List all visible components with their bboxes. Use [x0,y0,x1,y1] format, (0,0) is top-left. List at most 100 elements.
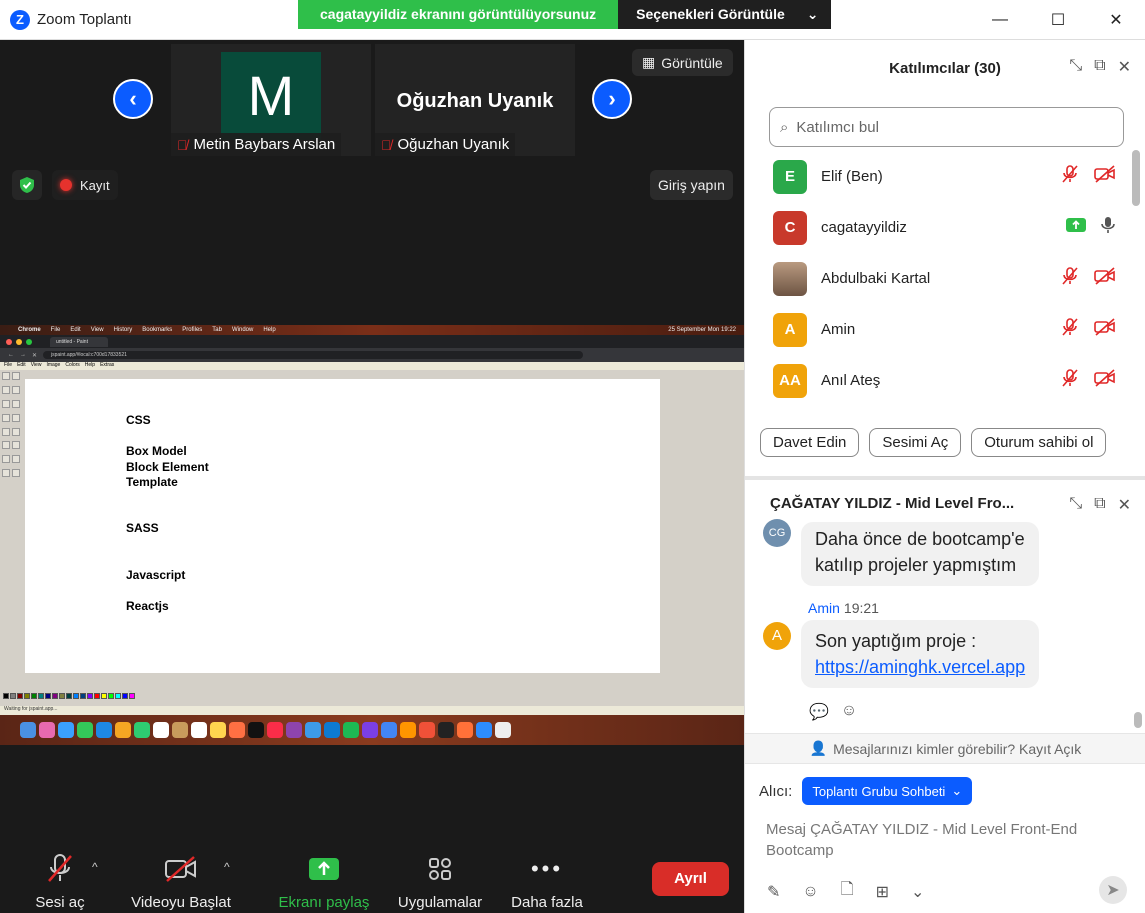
mic-muted-icon[interactable] [1060,368,1080,393]
start-video-button[interactable]: Videoyu Başlat [126,852,236,911]
share-screen-button[interactable]: Ekranı paylaş [274,852,374,911]
send-button[interactable]: ➤ [1099,876,1127,904]
video-off-icon[interactable] [1094,368,1116,393]
emoji-icon[interactable]: ☺ [802,883,818,901]
leave-button[interactable]: Ayrıl [652,862,729,896]
view-button[interactable]: ▦ Görüntüle [632,49,733,76]
chat-scrollbar[interactable] [1134,712,1142,728]
record-dot-icon [60,179,72,191]
close-dot-icon [6,338,12,345]
paint-menu-bar: File Edit View Image Colors Help Extras [0,362,744,370]
participant-row[interactable]: C cagatayyildiz [745,202,1145,253]
message-sender: Amin 19:21 [808,600,879,616]
spotify-icon [343,722,359,738]
mic-muted-icon[interactable] [1060,317,1080,342]
audio-options-caret-icon[interactable]: ^ [92,860,98,874]
screenshot-icon[interactable]: ⊞ [876,882,889,902]
reminders-icon [191,722,207,738]
paint-tool-icon [12,469,20,478]
chat-visibility-notice[interactable]: 👤 Mesajlarınızı kimler görebilir? Kayıt … [745,733,1145,764]
reply-icon[interactable]: 💬 [809,702,829,722]
mic-icon[interactable] [1100,215,1116,240]
photos-icon [115,722,131,738]
sender-name: Amin [808,600,840,616]
emoji-reaction-icon[interactable]: ☺ [841,702,857,722]
visibility-text: Mesajlarınızı kimler görebilir? Kayıt Aç… [833,740,1082,757]
zoom-dot-icon [26,338,32,345]
zoom-app-icon [476,722,492,738]
recipient-value: Toplantı Grubu Sohbeti [812,783,946,799]
color-swatch [108,693,114,699]
apps-button[interactable]: Uygulamalar [390,852,490,911]
recording-indicator[interactable]: Kayıt [52,170,118,200]
close-window-button[interactable]: ✕ [1087,0,1145,40]
pop-out-icon[interactable]: ⧉ [1094,495,1105,515]
vscode-icon [324,722,340,738]
chevron-down-icon[interactable]: ⌄ [911,882,924,902]
video-tile[interactable]: Oğuzhan Uyanık 🎙̸ Oğuzhan Uyanık [375,44,575,156]
login-button[interactable]: Giriş yapın [650,170,733,200]
paint-tool-icon [12,441,20,450]
participant-row[interactable]: AA Anıl Ateş [745,355,1145,406]
message-line: Son yaptığım proje : [815,631,977,651]
menu-item: File [50,327,61,333]
participant-name: cagatayyildiz [821,219,907,236]
tv-icon [248,722,264,738]
mic-muted-icon[interactable] [1060,266,1080,291]
send-icon: ➤ [1106,882,1120,899]
chevron-down-icon: ⌄ [806,6,819,22]
more-button[interactable]: ••• Daha fazla [506,852,588,911]
grid-icon: ▦ [642,54,656,70]
format-text-icon[interactable]: ✎ [767,882,780,902]
participant-row[interactable]: E Elif (Ben) [745,151,1145,202]
security-shield-icon[interactable] [12,170,42,200]
invite-button[interactable]: Davet Edin [760,428,860,457]
mic-muted-icon[interactable] [1060,164,1080,189]
paint-tool-icon [2,372,10,380]
file-icon[interactable]: 🗋 [841,878,854,905]
claim-host-button[interactable]: Oturum sahibi ol [971,428,1107,457]
mac-dock [0,715,744,745]
maximize-button[interactable]: ☐ [1029,0,1087,40]
recipient-dropdown[interactable]: Toplantı Grubu Sohbeti ⌄ [802,777,973,805]
participant-row[interactable]: A Amin [745,304,1145,355]
video-options-caret-icon[interactable]: ^ [224,860,230,874]
next-page-button[interactable]: › [592,79,632,119]
message-link[interactable]: https://aminghk.vercel.app [815,654,1025,680]
video-off-icon[interactable] [1094,266,1116,291]
minimize-button[interactable]: — [971,0,1029,40]
window-controls: — ☐ ✕ [971,0,1145,40]
color-swatch [73,693,79,699]
paint-menu-item: Extras [100,362,115,368]
close-icon[interactable]: ✕ [1118,57,1131,77]
video-off-icon[interactable] [1094,317,1116,342]
message-line: katılıp projeler yapmıştım [815,555,1017,575]
participant-list: E Elif (Ben) C cagatayyildiz Abdulbaki K… [745,151,1145,406]
message-input[interactable]: Mesaj ÇAĞATAY YILDIZ - Mid Level Front-E… [766,819,1086,861]
pop-out-icon[interactable]: ⧉ [1094,57,1105,77]
unmute-button[interactable]: Sesi aç [30,852,90,911]
view-label: Görüntüle [661,54,723,71]
menu-item: Bookmarks [142,327,173,333]
paint-menu-item: Colors [65,362,80,368]
collapse-icon[interactable]: ⤡ [1069,495,1082,515]
participant-list-scrollbar[interactable] [1132,150,1140,206]
paint-tool-icon [12,372,20,380]
title-bar: Z Zoom Toplantı cagatayyildiz ekranını g… [0,0,1145,40]
unmute-me-button[interactable]: Sesimi Aç [869,428,962,457]
participant-search-input[interactable]: ⌕ Katılımcı bul [769,107,1124,147]
safari-icon [58,722,74,738]
participant-row[interactable]: Abdulbaki Kartal [745,253,1145,304]
view-options-button[interactable]: Seçenekleri Görüntüle ⌄ [618,0,831,29]
participant-status [1060,368,1116,393]
video-off-icon[interactable] [1094,164,1116,189]
prev-page-button[interactable]: ‹ [113,79,153,119]
tile-name-label: 🎙̸ Metin Baybars Arslan [171,133,342,156]
collapse-icon[interactable]: ⤡ [1069,57,1082,77]
close-icon[interactable]: ✕ [1118,495,1131,515]
music-icon [267,722,283,738]
video-tile[interactable]: M 🎙̸ Metin Baybars Arslan [171,44,371,156]
view-options-label: Seçenekleri Görüntüle [636,6,785,22]
mic-muted-icon: 🎙̸ [177,136,188,153]
avatar-photo [773,261,807,296]
